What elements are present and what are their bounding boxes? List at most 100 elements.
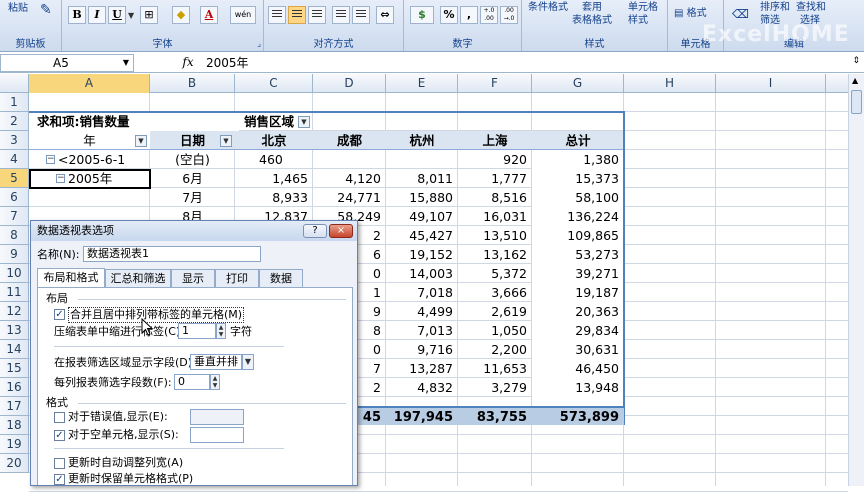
value-cell[interactable]: 8,933 xyxy=(235,188,313,207)
row-header-14[interactable]: 14 xyxy=(0,340,29,359)
close-button[interactable]: × xyxy=(329,224,353,238)
value-cell[interactable]: 2,619 xyxy=(458,302,532,321)
value-cell[interactable]: 20,363 xyxy=(532,302,624,321)
merge-center-icon[interactable]: ⇔ xyxy=(376,6,394,24)
value-cell[interactable]: 11,653 xyxy=(458,359,532,378)
column-header-e[interactable]: E xyxy=(386,74,458,93)
date-cell[interactable]: 6月 xyxy=(150,169,235,188)
value-cell[interactable]: 920 xyxy=(458,150,532,169)
currency-icon[interactable]: $ xyxy=(410,6,434,24)
tab-totals-filters[interactable]: 汇总和筛选 xyxy=(105,269,171,287)
value-cell[interactable]: 1,777 xyxy=(458,169,532,188)
row-header-11[interactable]: 11 xyxy=(0,283,29,302)
insert-function-icon[interactable]: fx xyxy=(176,54,200,72)
empty-cell-input[interactable] xyxy=(190,427,244,443)
name-box-dropdown-icon[interactable]: ▼ xyxy=(123,55,129,71)
cell-style-button-line2[interactable]: 样式 xyxy=(628,14,648,27)
value-cell[interactable] xyxy=(313,150,386,169)
date-filter-dropdown-icon[interactable]: ▼ xyxy=(220,135,232,147)
value-cell[interactable]: 24,771 xyxy=(313,188,386,207)
value-cell[interactable]: 109,865 xyxy=(532,226,624,245)
autofit-checkbox[interactable] xyxy=(54,458,65,469)
sort-filter-button-line1[interactable]: 排序和 xyxy=(760,1,790,14)
row-header-19[interactable]: 19 xyxy=(0,435,29,454)
fields-per-column-spinner[interactable]: ▲ ▼ xyxy=(210,374,220,390)
value-cell[interactable]: 15,880 xyxy=(386,188,458,207)
row-header-12[interactable]: 12 xyxy=(0,302,29,321)
value-cell[interactable]: 15,373 xyxy=(532,169,624,188)
value-cell[interactable]: 8,011 xyxy=(386,169,458,188)
row-header-4[interactable]: 4 xyxy=(0,150,29,169)
active-cell-a5[interactable] xyxy=(29,169,151,189)
row-header-16[interactable]: 16 xyxy=(0,378,29,397)
column-header-b[interactable]: B xyxy=(150,74,235,93)
row-header-15[interactable]: 15 xyxy=(0,359,29,378)
value-cell[interactable]: 29,834 xyxy=(532,321,624,340)
value-cell[interactable]: 45,427 xyxy=(386,226,458,245)
underline-button[interactable]: U xyxy=(108,6,126,24)
tab-display[interactable]: 显示 xyxy=(171,269,215,287)
column-header-g[interactable]: G xyxy=(532,74,624,93)
value-cell[interactable]: 49,107 xyxy=(386,207,458,226)
row-header-13[interactable]: 13 xyxy=(0,321,29,340)
name-input[interactable]: 数据透视表1 xyxy=(83,246,261,262)
value-cell[interactable]: 53,273 xyxy=(532,245,624,264)
border-icon[interactable]: ⊞ xyxy=(140,6,158,24)
find-select-button-line1[interactable]: 查找和 xyxy=(796,1,826,14)
column-header-c[interactable]: C xyxy=(235,74,313,93)
row-header-8[interactable]: 8 xyxy=(0,226,29,245)
value-cell[interactable]: 460 xyxy=(235,150,313,169)
row-header-20[interactable]: 20 xyxy=(0,454,29,473)
error-value-input[interactable] xyxy=(190,409,244,425)
increase-indent-icon[interactable] xyxy=(352,6,370,24)
scroll-up-icon[interactable]: ▲ xyxy=(852,76,858,85)
formula-input[interactable]: 2005年 xyxy=(206,54,249,72)
value-cell[interactable]: 7,018 xyxy=(386,283,458,302)
bold-button[interactable]: B xyxy=(68,6,86,24)
value-cell[interactable]: 13,162 xyxy=(458,245,532,264)
value-cell[interactable]: 5,372 xyxy=(458,264,532,283)
fields-per-column-input[interactable]: 0 xyxy=(174,374,210,390)
value-cell[interactable]: 13,287 xyxy=(386,359,458,378)
date-cell[interactable]: (空白) xyxy=(150,150,235,169)
value-cell[interactable]: 46,450 xyxy=(532,359,624,378)
value-cell[interactable]: 1,380 xyxy=(532,150,624,169)
value-cell[interactable]: 3,279 xyxy=(458,378,532,397)
value-cell[interactable]: 1,465 xyxy=(235,169,313,188)
grand-total-cell[interactable]: 573,899 xyxy=(532,408,624,427)
value-cell[interactable]: 4,120 xyxy=(313,169,386,188)
grand-total-cell[interactable]: 83,755 xyxy=(458,408,532,427)
increase-decimal-button[interactable]: +.0 .00 xyxy=(480,6,498,24)
value-cell[interactable]: 2,200 xyxy=(458,340,532,359)
indent-input[interactable]: 1 xyxy=(178,323,216,339)
merge-center-checkbox[interactable]: ✓ xyxy=(54,309,65,320)
grand-total-cell[interactable]: 197,945 xyxy=(386,408,458,427)
value-cell[interactable]: 13,510 xyxy=(458,226,532,245)
row-header-6[interactable]: 6 xyxy=(0,188,29,207)
error-value-checkbox[interactable] xyxy=(54,412,65,423)
preserve-format-checkbox[interactable]: ✓ xyxy=(54,474,65,485)
row-header-10[interactable]: 10 xyxy=(0,264,29,283)
italic-button[interactable]: I xyxy=(88,6,106,24)
table-format-button-line2[interactable]: 表格格式 xyxy=(572,14,612,27)
row-header-1[interactable]: 1 xyxy=(0,93,29,112)
column-header-i[interactable]: I xyxy=(716,74,826,93)
font-color-icon[interactable]: A xyxy=(200,6,218,24)
name-box[interactable]: A5 ▼ xyxy=(0,54,134,72)
value-cell[interactable]: 19,152 xyxy=(386,245,458,264)
tab-layout-format[interactable]: 布局和格式 xyxy=(37,268,105,287)
vertical-scrollbar[interactable]: ▲ xyxy=(848,74,864,486)
value-cell[interactable]: 4,832 xyxy=(386,378,458,397)
row-header-9[interactable]: 9 xyxy=(0,245,29,264)
column-header-d[interactable]: D xyxy=(313,74,386,93)
collapse-group1-icon[interactable]: − xyxy=(46,155,55,164)
column-field-dropdown-icon[interactable]: ▼ xyxy=(298,116,310,128)
cell-style-button-line1[interactable]: 单元格 xyxy=(628,1,658,14)
value-cell[interactable] xyxy=(386,150,458,169)
table-format-button-line1[interactable]: 套用 xyxy=(582,1,602,14)
expand-formula-icon[interactable]: ⇕ xyxy=(852,56,860,66)
value-cell[interactable]: 19,187 xyxy=(532,283,624,302)
format-painter-icon[interactable]: ✎ xyxy=(40,3,52,17)
row-header-2[interactable]: 2 xyxy=(0,112,29,131)
select-all-corner[interactable] xyxy=(0,74,29,93)
